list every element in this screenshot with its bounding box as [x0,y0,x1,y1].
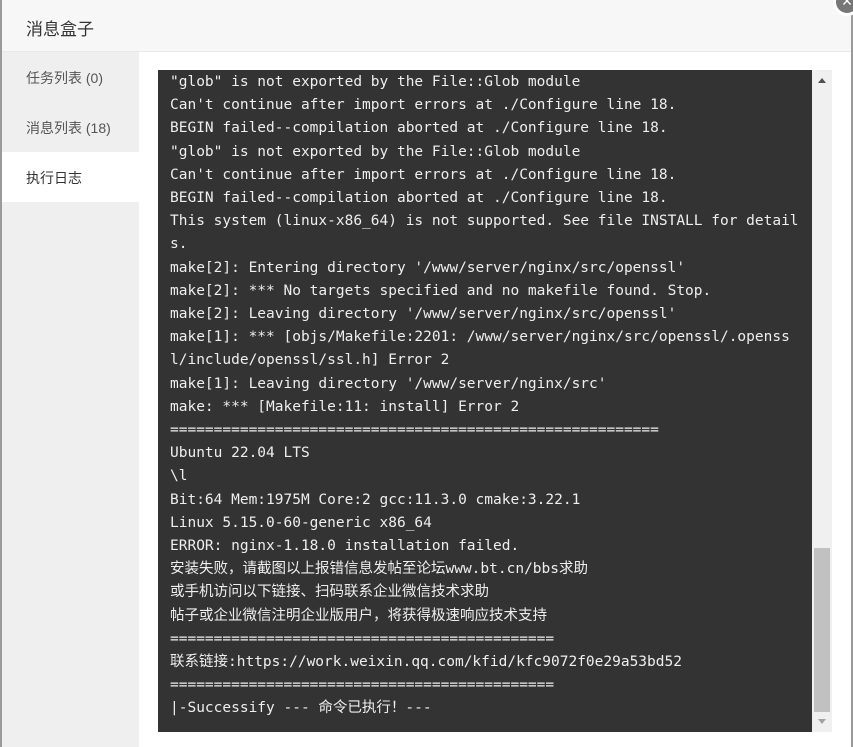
log-line: Bit:64 Mem:1975M Core:2 gcc:11.3.0 cmake… [170,491,581,508]
execution-log-panel[interactable]: "glob" is not exported by the File::Glob… [158,70,812,732]
dialog-title: 消息盒子 [26,20,94,39]
log-line: make[1]: *** [objs/Makefile:2201: /www/s… [170,329,790,369]
log-line: "glob" is not exported by the File::Glob… [170,74,581,90]
log-line: This system (linux-x86_64) is not suppor… [170,213,799,253]
scrollbar-thumb[interactable] [814,548,830,712]
log-line: ========================================… [170,677,555,694]
log-line: Can't continue after import errors at ./… [170,97,677,114]
sidebar: 任务列表 (0) 消息列表 (18) 执行日志 [2,52,139,747]
tab-label: 任务列表 (0) [26,70,103,86]
log-line: make: *** [Makefile:11: install] Error 2 [170,398,520,415]
log-line: Ubuntu 22.04 LTS [170,445,310,462]
log-line: ERROR: nginx-1.18.0 installation failed. [170,538,520,555]
log-line: "glob" is not exported by the File::Glob… [170,143,581,160]
log-line: make[1]: Leaving directory '/www/server/… [170,375,607,392]
log-line: BEGIN failed--compilation aborted at ./C… [170,120,668,137]
log-line: 安装失败，请截图以上报错信息发帖至论坛www.bt.cn/bbs求助 [170,561,588,578]
log-line: |-Successify --- 命令已执行！--- [170,700,432,717]
tab-label: 执行日志 [26,170,82,186]
log-line: make[2]: Entering directory '/www/server… [170,259,686,276]
log-line: make[2]: *** No targets specified and no… [170,282,712,299]
tab-message-list[interactable]: 消息列表 (18) [2,102,139,152]
dialog-header: 消息盒子 [2,0,851,52]
scroll-up-arrow-icon[interactable] [812,70,832,90]
log-line: Can't continue after import errors at ./… [170,166,677,183]
tab-task-list[interactable]: 任务列表 (0) [2,52,139,102]
log-line: 帖子或企业微信注明企业版用户，将获得极速响应技术支持 [170,607,547,624]
scroll-down-arrow-icon[interactable] [812,712,832,732]
log-line: ========================================… [170,422,659,439]
tab-label: 消息列表 (18) [26,120,111,136]
log-scrollbar[interactable] [812,70,832,732]
log-line: 或手机访问以下链接、扫码联系企业微信技术求助 [170,584,489,601]
log-line: 联系链接:https://work.weixin.qq.com/kfid/kfc… [170,654,682,671]
log-line: ========================================… [170,630,555,647]
tab-execution-log[interactable]: 执行日志 [2,152,139,202]
log-line: Linux 5.15.0-60-generic x86_64 [170,514,432,531]
log-line: BEGIN failed--compilation aborted at ./C… [170,190,668,207]
log-line: make[2]: Leaving directory '/www/server/… [170,306,677,323]
log-line: \l [170,468,188,485]
log-content: "glob" is not exported by the File::Glob… [170,71,800,721]
